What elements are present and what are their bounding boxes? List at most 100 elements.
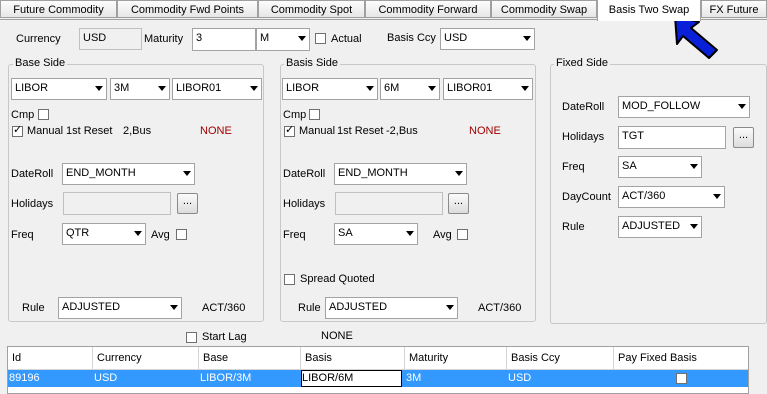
maturity-unit-select[interactable]: M (256, 28, 310, 51)
base-avg-checkbox[interactable] (176, 229, 187, 240)
chevron-down-icon (95, 86, 103, 91)
column-header-base[interactable]: Base (199, 347, 301, 370)
basis-index-select[interactable]: LIBOR (282, 78, 378, 100)
basis-holidays-label: Holidays (283, 198, 326, 210)
basis-source-select[interactable]: LIBOR01 (443, 78, 533, 100)
basis-first-reset-label: 1st Reset (337, 125, 384, 137)
chevron-down-icon (170, 305, 178, 310)
cell-currency[interactable]: USD (93, 370, 199, 387)
tab-commodity-swap[interactable]: Commodity Swap (491, 0, 597, 18)
column-header-currency[interactable]: Currency (93, 347, 199, 370)
basis-rule-select[interactable]: ADJUSTED (325, 297, 458, 319)
column-header-id[interactable]: Id (8, 347, 93, 370)
maturity-input[interactable]: 3 (192, 28, 256, 51)
chevron-down-icon (713, 194, 721, 199)
chevron-down-icon (521, 86, 529, 91)
tab-future-commodity[interactable]: Future Commodity (0, 0, 117, 18)
basis-holidays-browse-button[interactable]: ... (448, 193, 469, 214)
base-holidays-browse-button[interactable]: ... (177, 193, 198, 214)
tab-commodity-fwd-points[interactable]: Commodity Fwd Points (117, 0, 258, 18)
base-avg-label: Avg (151, 229, 170, 241)
currency-field[interactable]: USD (79, 28, 142, 50)
fixed-rule-value: ADJUSTED (622, 220, 681, 232)
chevron-down-icon (738, 104, 746, 109)
fixed-rule-label: Rule (562, 221, 585, 233)
chevron-down-icon (406, 231, 414, 236)
cell-id[interactable]: 89196 (8, 370, 93, 387)
basis-dateroll-select[interactable]: END_MONTH (334, 163, 467, 185)
base-rule-value: ADJUSTED (62, 301, 121, 313)
base-dateroll-select[interactable]: END_MONTH (62, 163, 195, 185)
base-first-reset-label: 1st Reset (66, 125, 113, 137)
base-freq-label: Freq (11, 229, 34, 241)
basis-tenor-select[interactable]: 6M (380, 78, 440, 100)
tab-basis-two-swap[interactable]: Basis Two Swap (597, 0, 701, 21)
base-tenor-value: 3M (114, 82, 130, 94)
basis-ccy-select[interactable]: USD (440, 28, 535, 50)
chevron-down-icon (455, 171, 463, 176)
currency-label: Currency (16, 33, 61, 45)
tab-commodity-forward[interactable]: Commodity Forward (365, 0, 491, 18)
chevron-down-icon (298, 36, 306, 41)
column-header-basis-ccy[interactable]: Basis Ccy (507, 347, 614, 370)
basis-freq-select[interactable]: SA (334, 223, 418, 245)
base-none-text: NONE (200, 125, 232, 137)
column-header-maturity[interactable]: Maturity (405, 347, 507, 370)
cell-maturity[interactable]: 3M (405, 370, 507, 387)
actual-checkbox[interactable] (315, 33, 326, 44)
results-grid: Id Currency Base Basis Maturity Basis Cc… (7, 346, 749, 394)
base-cmp-checkbox[interactable] (38, 109, 49, 120)
base-index-select[interactable]: LIBOR (11, 78, 107, 100)
base-tenor-select[interactable]: 3M (110, 78, 170, 100)
pay-fixed-basis-checkbox[interactable] (676, 373, 687, 384)
checkmark-icon: ✓ (13, 124, 23, 136)
chevron-down-icon (428, 86, 436, 91)
fixed-dateroll-select[interactable]: MOD_FOLLOW (618, 96, 750, 118)
fixed-freq-value: SA (622, 160, 637, 172)
start-lag-checkbox[interactable] (186, 332, 197, 343)
basis-avg-label: Avg (433, 229, 452, 241)
base-rule-label: Rule (22, 302, 45, 314)
basis-avg-checkbox[interactable] (457, 229, 468, 240)
basis-none-text: NONE (469, 125, 501, 137)
basis-rule-value: ADJUSTED (329, 301, 388, 313)
chevron-down-icon (366, 86, 374, 91)
basis-side-title: Basis Side (284, 57, 340, 69)
cell-basis[interactable]: LIBOR/6M (301, 370, 402, 387)
column-header-pay-fixed-basis[interactable]: Pay Fixed Basis (614, 347, 748, 370)
tab-commodity-spot[interactable]: Commodity Spot (258, 0, 365, 18)
fixed-dateroll-label: DateRoll (562, 101, 605, 113)
base-manual-checkbox[interactable]: ✓ (12, 124, 23, 137)
fixed-freq-select[interactable]: SA (618, 156, 702, 178)
cell-basis-ccy[interactable]: USD (507, 370, 614, 387)
basis-freq-label: Freq (283, 229, 306, 241)
base-rule-select[interactable]: ADJUSTED (58, 297, 182, 319)
table-row[interactable]: 89196 USD LIBOR/3M LIBOR/6M 3M USD (8, 370, 748, 387)
fixed-holidays-field[interactable]: TGT (618, 126, 726, 149)
basis-manual-checkbox[interactable]: ✓ (284, 124, 295, 137)
base-cmp-label: Cmp (11, 109, 35, 121)
fixed-rule-select[interactable]: ADJUSTED (618, 216, 702, 238)
checkmark-icon: ✓ (285, 124, 295, 136)
column-header-basis[interactable]: Basis (301, 347, 405, 370)
fixed-freq-label: Freq (562, 161, 585, 173)
fixed-dateroll-value: MOD_FOLLOW (622, 100, 701, 112)
fixed-holidays-browse-button[interactable]: ... (733, 127, 754, 148)
base-holidays-field[interactable] (63, 192, 171, 215)
maturity-unit-value: M (260, 32, 270, 44)
fixed-daycount-select[interactable]: ACT/360 (618, 186, 725, 208)
base-freq-select[interactable]: QTR (62, 223, 146, 245)
base-freq-value: QTR (66, 227, 90, 239)
base-dateroll-label: DateRoll (11, 168, 54, 180)
base-daycount-value: ACT/360 (202, 302, 246, 314)
basis-holidays-field[interactable] (335, 192, 443, 215)
basis-rule-label: Rule (298, 302, 321, 314)
fixed-holidays-label: Holidays (562, 131, 605, 143)
base-source-select[interactable]: LIBOR01 (172, 78, 262, 100)
basis-cmp-label: Cmp (283, 109, 307, 121)
spread-quoted-checkbox[interactable] (284, 274, 295, 285)
base-manual-label: Manual (27, 125, 64, 137)
fixed-daycount-label: DayCount (562, 191, 611, 203)
basis-cmp-checkbox[interactable] (309, 109, 320, 120)
cell-base[interactable]: LIBOR/3M (199, 370, 301, 387)
